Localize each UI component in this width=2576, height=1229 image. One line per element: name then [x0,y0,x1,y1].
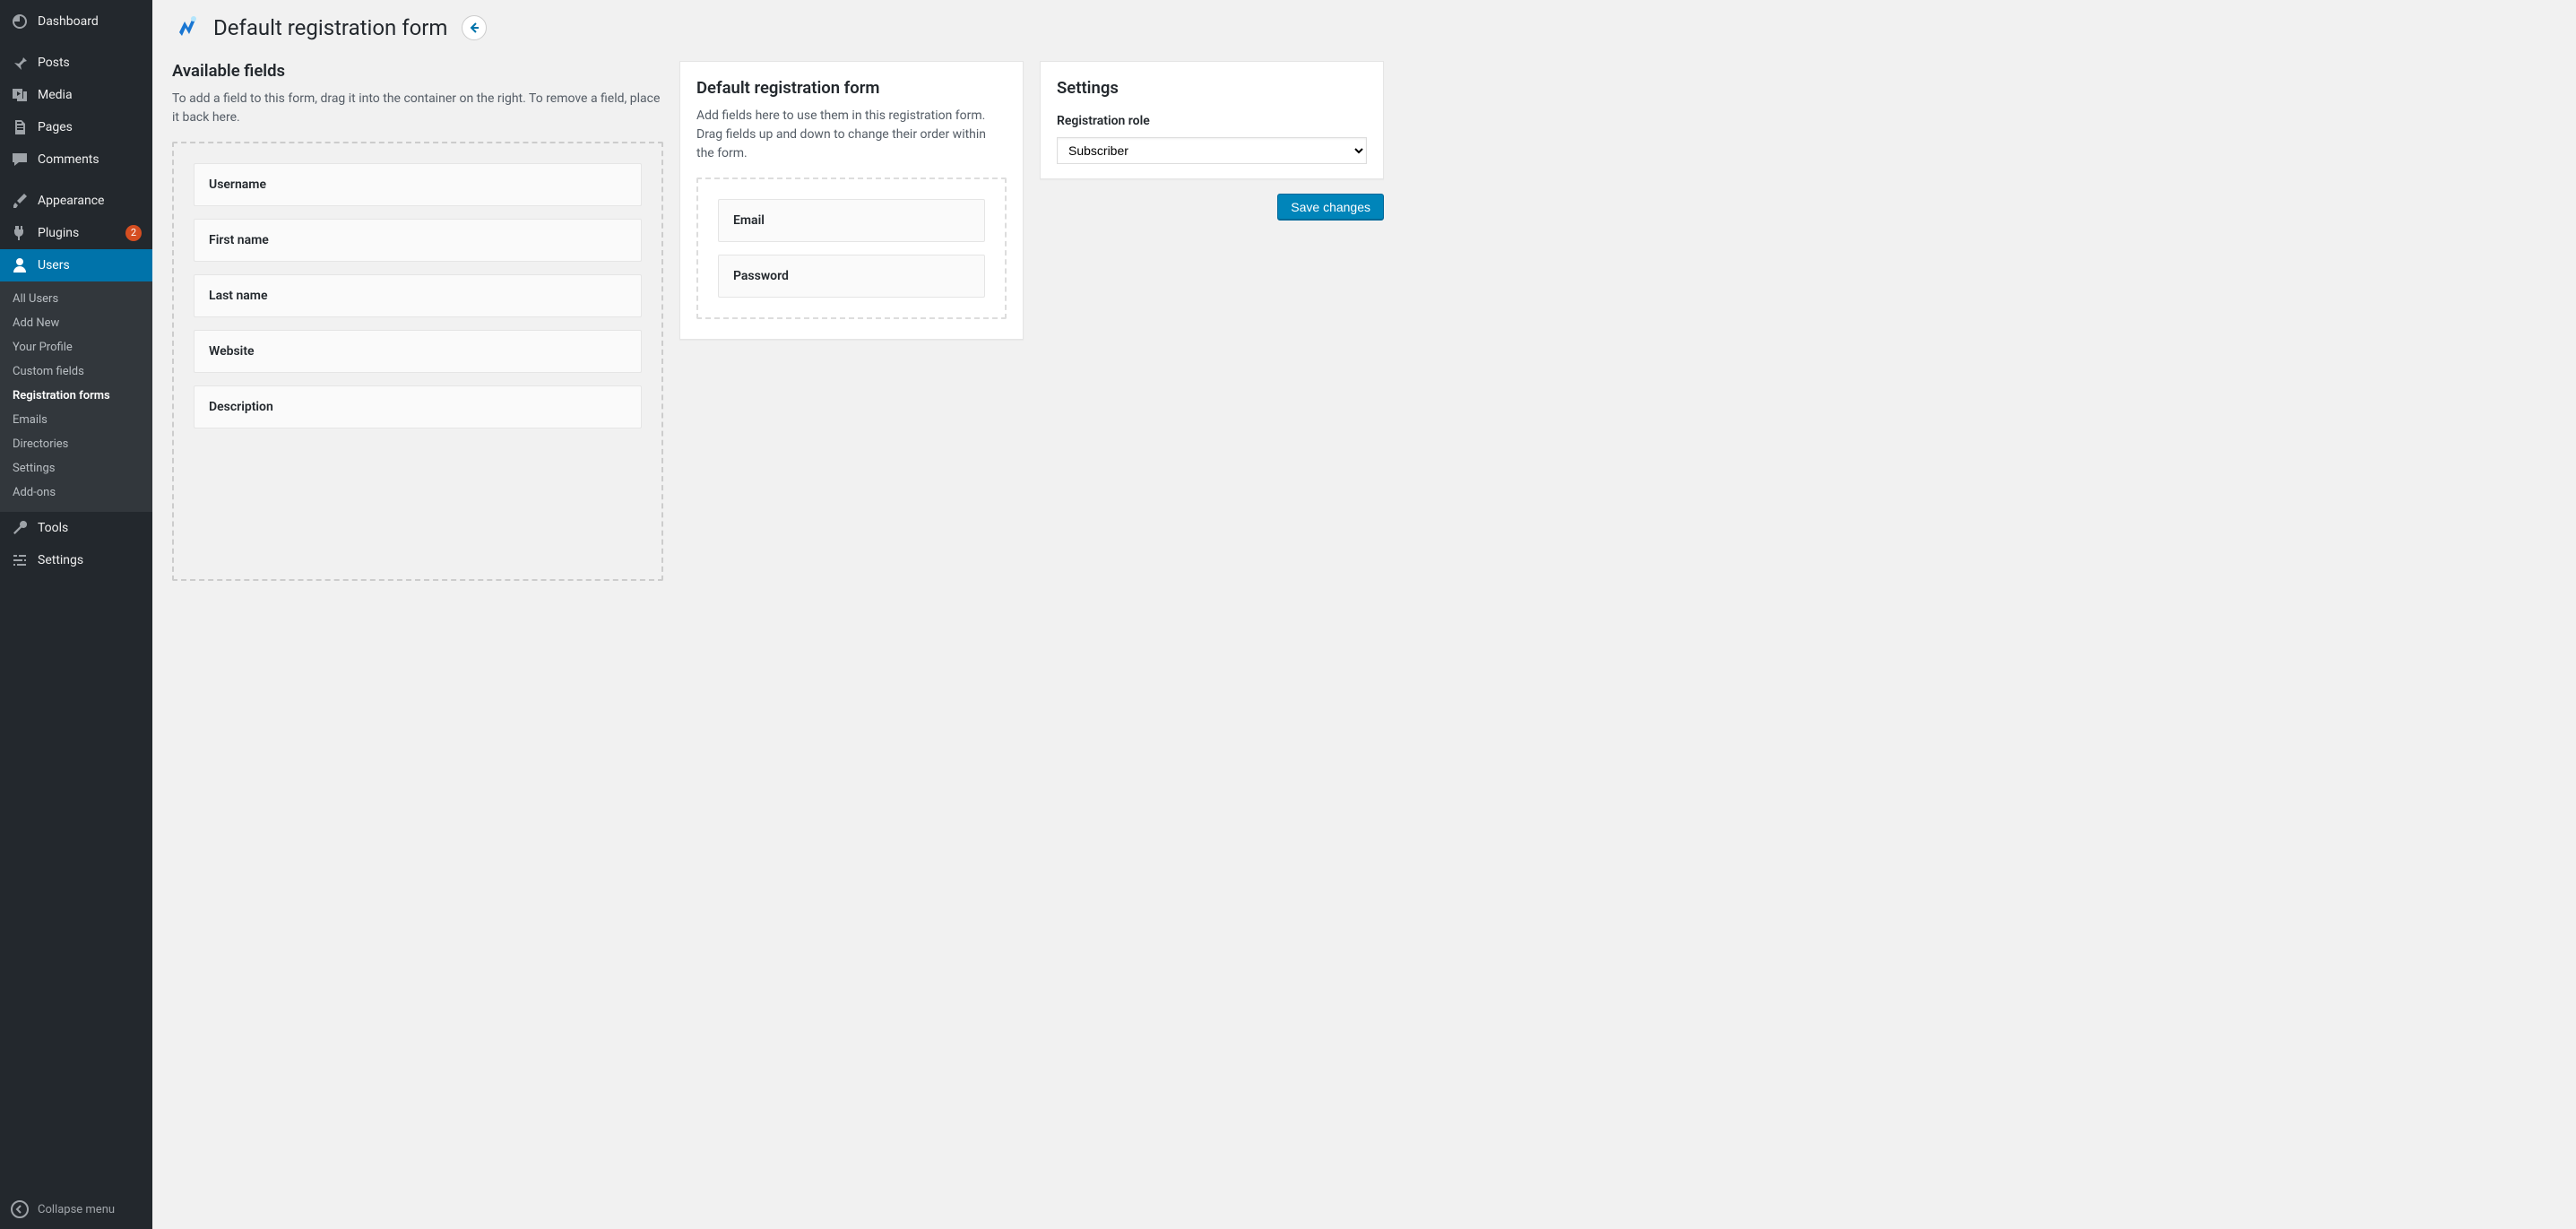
sidebar-item-label: Dashboard [38,14,142,29]
sidebar-item-label: Tools [38,521,142,535]
sidebar-item-plugins[interactable]: Plugins 2 [0,217,152,249]
field-chip-website[interactable]: Website [194,330,642,373]
sidebar-item-media[interactable]: Media [0,79,152,111]
sidebar-item-posts[interactable]: Posts [0,47,152,79]
submenu-custom-fields[interactable]: Custom fields [0,359,152,384]
sidebar-item-users[interactable]: Users [0,249,152,281]
submenu-add-ons[interactable]: Add-ons [0,480,152,505]
save-changes-button[interactable]: Save changes [1277,194,1384,221]
available-fields-panel: Available fields To add a field to this … [172,61,663,581]
page-title: Default registration form [213,15,447,40]
back-button[interactable] [462,15,487,40]
save-row: Save changes [1040,194,1384,221]
field-chip-username[interactable]: Username [194,163,642,206]
form-fields-dropzone[interactable]: Email Password [696,177,1007,319]
submenu-directories[interactable]: Directories [0,432,152,456]
settings-title: Settings [1057,78,1367,98]
sidebar-item-appearance[interactable]: Appearance [0,185,152,217]
collapse-menu-button[interactable]: Collapse menu [0,1191,152,1229]
sidebar-item-tools[interactable]: Tools [0,512,152,544]
users-submenu: All Users Add New Your Profile Custom fi… [0,281,152,512]
field-chip-last-name[interactable]: Last name [194,274,642,317]
available-fields-desc: To add a field to this form, drag it int… [172,90,663,127]
wrench-icon [11,519,29,537]
sidebar-item-label: Plugins [38,226,117,240]
form-desc: Add fields here to use them in this regi… [696,107,1007,163]
submenu-registration-forms[interactable]: Registration forms [0,384,152,408]
submenu-your-profile[interactable]: Your Profile [0,335,152,359]
page-header: Default registration form [172,13,2558,43]
sidebar-item-comments[interactable]: Comments [0,143,152,176]
available-fields-title: Available fields [172,61,663,81]
sidebar-item-label: Posts [38,56,142,70]
submenu-all-users[interactable]: All Users [0,287,152,311]
sidebar-item-label: Settings [38,553,142,567]
settings-panel: Settings Registration role Subscriber Sa… [1040,61,1384,221]
form-title: Default registration form [696,78,1007,98]
sidebar-item-pages[interactable]: Pages [0,111,152,143]
registration-role-label: Registration role [1057,114,1367,128]
field-chip-password[interactable]: Password [718,255,985,298]
form-fields-panel: Default registration form Add fields her… [679,61,1024,340]
update-badge: 2 [125,225,142,241]
comment-icon [11,151,29,169]
sliders-icon [11,551,29,569]
brush-icon [11,192,29,210]
plug-icon [11,224,29,242]
admin-sidebar: Dashboard Posts Media Pages Comments App… [0,0,152,1229]
field-chip-email[interactable]: Email [718,199,985,242]
sidebar-item-label: Media [38,88,142,102]
chevron-left-icon [11,1200,29,1218]
user-icon [11,256,29,274]
sidebar-item-dashboard[interactable]: Dashboard [0,5,152,38]
sidebar-separator [0,176,152,185]
field-chip-description[interactable]: Description [194,385,642,428]
media-icon [11,86,29,104]
main-content: Default registration form Available fiel… [152,0,2576,1229]
arrow-left-icon [468,22,480,34]
sidebar-item-label: Appearance [38,194,142,208]
plugin-logo-icon [172,13,203,43]
sidebar-item-label: Users [38,258,142,273]
pages-icon [11,118,29,136]
sidebar-item-label: Pages [38,120,142,134]
sidebar-item-label: Comments [38,152,142,167]
sidebar-item-settings[interactable]: Settings [0,544,152,576]
pin-icon [11,54,29,72]
submenu-add-new[interactable]: Add New [0,311,152,335]
submenu-settings[interactable]: Settings [0,456,152,480]
registration-role-select[interactable]: Subscriber [1057,137,1367,164]
form-card: Default registration form Add fields her… [679,61,1024,340]
field-chip-first-name[interactable]: First name [194,219,642,262]
dashboard-icon [11,13,29,30]
collapse-menu-label: Collapse menu [38,1203,115,1216]
available-fields-dropzone[interactable]: Username First name Last name Website De… [172,142,663,581]
settings-card: Settings Registration role Subscriber [1040,61,1384,179]
submenu-emails[interactable]: Emails [0,408,152,432]
sidebar-separator [0,38,152,47]
